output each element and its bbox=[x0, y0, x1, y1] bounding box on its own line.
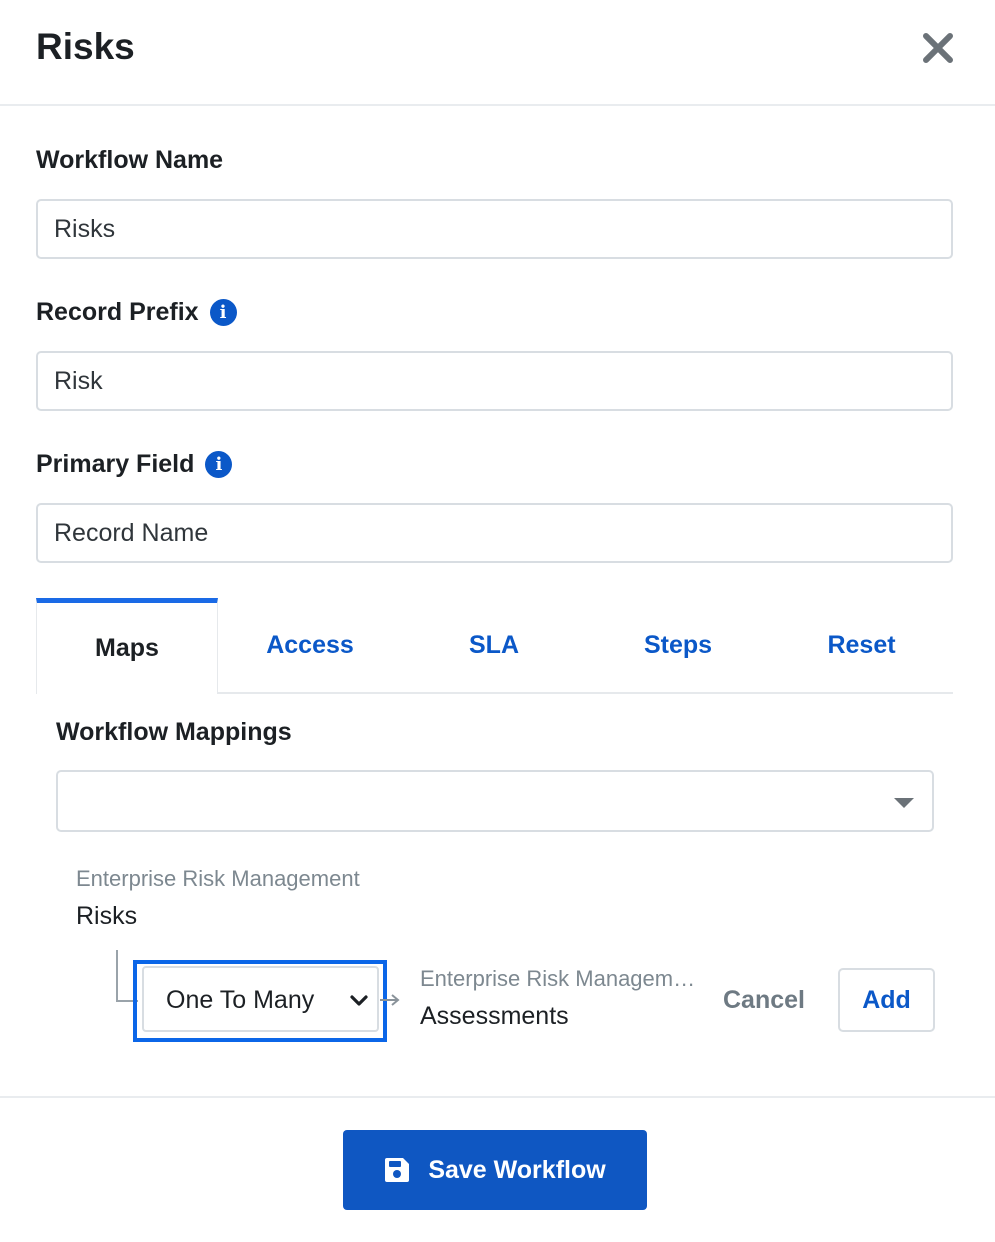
workflow-name-label: Workflow Name bbox=[36, 146, 224, 174]
close-icon[interactable] bbox=[918, 28, 958, 68]
relationship-select[interactable]: One To Many bbox=[142, 966, 379, 1032]
source-workflow-name: Risks bbox=[76, 902, 138, 930]
tab-reset[interactable]: Reset bbox=[770, 598, 953, 692]
chevron-down-icon bbox=[350, 995, 368, 1006]
modal-header: Risks bbox=[0, 0, 995, 106]
target-workflow-group: Enterprise Risk Management bbox=[420, 966, 700, 991]
primary-field-label: Primary Field i bbox=[36, 450, 233, 479]
page-title: Risks bbox=[36, 26, 135, 67]
workflow-name-input[interactable] bbox=[36, 199, 953, 259]
tab-access[interactable]: Access bbox=[218, 598, 402, 692]
add-button[interactable]: Add bbox=[838, 968, 935, 1032]
caret-down-icon bbox=[894, 798, 914, 808]
source-workflow-group: Enterprise Risk Management bbox=[76, 866, 360, 891]
arrow-right-icon bbox=[380, 994, 400, 1006]
tab-maps[interactable]: Maps bbox=[36, 598, 218, 694]
info-icon[interactable]: i bbox=[205, 451, 233, 478]
workflow-mapping-select[interactable] bbox=[56, 770, 934, 832]
cancel-button[interactable]: Cancel bbox=[712, 968, 816, 1032]
save-workflow-button[interactable]: Save Workflow bbox=[343, 1130, 647, 1210]
floppy-disk-icon bbox=[385, 1158, 410, 1182]
footer-divider bbox=[0, 1096, 995, 1098]
info-icon[interactable]: i bbox=[209, 299, 237, 326]
record-prefix-label: Record Prefix i bbox=[36, 298, 237, 327]
tab-steps[interactable]: Steps bbox=[586, 598, 770, 692]
tab-bar: Maps Access SLA Steps Reset bbox=[36, 598, 953, 694]
tab-sla[interactable]: SLA bbox=[402, 598, 586, 692]
target-workflow-name: Assessments bbox=[420, 1002, 569, 1030]
workflow-mappings-title: Workflow Mappings bbox=[56, 718, 292, 746]
primary-field-input[interactable] bbox=[36, 503, 953, 563]
record-prefix-input[interactable] bbox=[36, 351, 953, 411]
